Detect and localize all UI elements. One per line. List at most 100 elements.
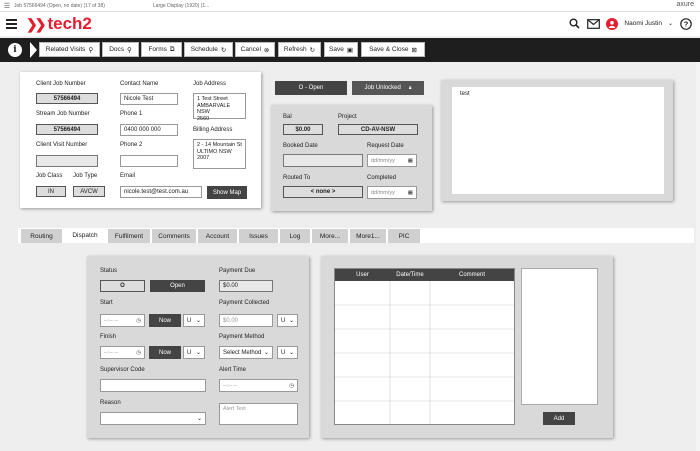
status-open-value[interactable]: Open bbox=[150, 280, 205, 292]
mail-icon[interactable] bbox=[587, 17, 601, 30]
show-map-button[interactable]: Show Map bbox=[207, 186, 247, 199]
docs-button[interactable]: Docs ⚲ bbox=[102, 42, 139, 57]
alert-time-input[interactable]: --:-- -- ◷ bbox=[219, 379, 298, 392]
header-actions: Naomi Justin ⌄ ? bbox=[568, 17, 692, 30]
phone2-label: Phone 2 bbox=[120, 142, 143, 148]
chevron-down-icon[interactable]: ⌄ bbox=[668, 20, 673, 27]
hamburger-icon[interactable]: ☰ bbox=[0, 2, 14, 10]
chevron-down-icon: ⌄ bbox=[288, 318, 294, 324]
request-date-placeholder: dd/mm/yy bbox=[371, 157, 395, 164]
clock-icon[interactable]: ◷ bbox=[136, 318, 141, 324]
tab-pic[interactable]: PIC bbox=[388, 229, 420, 243]
method-unit-value: U bbox=[281, 349, 286, 356]
axure-bar: ☰ Job 57566494 (Open, no date) (17 of 38… bbox=[0, 0, 700, 12]
start-unit-select[interactable]: U ⌄ bbox=[183, 314, 205, 327]
clock-icon[interactable]: ◷ bbox=[136, 350, 141, 356]
search-icon: ⚲ bbox=[88, 46, 94, 54]
payment-collected-label: Payment Collected bbox=[219, 300, 270, 306]
start-now-button[interactable]: Now bbox=[149, 314, 181, 327]
info-icon[interactable]: i bbox=[8, 43, 22, 57]
contact-name-input[interactable]: Nicole Test bbox=[120, 93, 178, 105]
tab-more1[interactable]: More1... bbox=[350, 229, 386, 243]
job-lock-button[interactable]: Job Unlocked 🔒︎ bbox=[352, 81, 424, 95]
search-icon[interactable] bbox=[568, 17, 581, 30]
payment-unit-select[interactable]: U ⌄ bbox=[277, 314, 298, 327]
billing-address-line: 2 - 14 Mountain St bbox=[197, 142, 242, 148]
tab-log[interactable]: Log bbox=[280, 229, 310, 243]
clock-icon[interactable]: ◷ bbox=[289, 383, 294, 389]
method-unit-select[interactable]: U ⌄ bbox=[277, 346, 298, 359]
client-visit-number-field[interactable] bbox=[36, 155, 98, 167]
calendar-icon[interactable]: ▦ bbox=[408, 190, 413, 196]
chevron-down-icon: ⌄ bbox=[196, 416, 202, 422]
save-close-button[interactable]: Save & Close ⊠ bbox=[361, 42, 425, 57]
billing-address-field[interactable]: 2 - 14 Mountain St ULTIMO NSW 2007 bbox=[193, 139, 246, 169]
tab-routing[interactable]: Routing bbox=[21, 229, 62, 243]
notes-card: test bbox=[441, 80, 673, 201]
booked-date-label: Booked Date bbox=[283, 143, 318, 149]
user-name[interactable]: Naomi Justin bbox=[624, 20, 662, 27]
payment-collected-input[interactable]: $0.00 bbox=[219, 314, 273, 327]
menu-icon[interactable] bbox=[6, 19, 17, 29]
stream-job-number-label: Stream Job Number bbox=[36, 111, 90, 117]
display-selector[interactable]: Large Display (1920) (1... bbox=[153, 3, 209, 9]
job-address-line: AMBARVALE NSW bbox=[197, 102, 231, 116]
tab-more[interactable]: More... bbox=[312, 229, 348, 243]
chevron-down-icon: ⌄ bbox=[288, 350, 294, 356]
alert-text-input[interactable]: Alert Text bbox=[219, 403, 298, 425]
help-icon[interactable]: ? bbox=[679, 17, 692, 30]
forms-label: Forms bbox=[148, 46, 167, 53]
reason-select[interactable]: ⌄ bbox=[100, 412, 206, 425]
related-visits-button[interactable]: Related Visits ⚲ bbox=[39, 42, 100, 57]
phone1-input[interactable]: 0400 000 000 bbox=[120, 124, 178, 136]
request-date-label: Request Date bbox=[367, 143, 404, 149]
save-label: Save bbox=[329, 46, 344, 53]
toolbar-arrow bbox=[30, 42, 37, 58]
column-comment: Comment bbox=[458, 272, 485, 278]
cancel-button[interactable]: Cancel ⊗ bbox=[235, 42, 275, 57]
tech2-logo[interactable]: ❯❯ tech2 bbox=[26, 15, 92, 33]
finish-unit-select[interactable]: U ⌄ bbox=[183, 346, 205, 359]
user-avatar-icon[interactable] bbox=[606, 17, 619, 30]
payment-method-value: Select Method bbox=[223, 349, 262, 356]
tab-comments[interactable]: Comments bbox=[152, 229, 196, 243]
refresh-button[interactable]: Refresh ↻ bbox=[278, 42, 321, 57]
visit-detail-box bbox=[521, 268, 598, 405]
refresh-icon: ↻ bbox=[309, 46, 316, 54]
page-scrollbar[interactable] bbox=[696, 62, 700, 451]
email-input[interactable]: nicole.test@test.com.au bbox=[120, 186, 202, 198]
status-open-button[interactable]: O - Open bbox=[275, 81, 347, 95]
page-count: (17 of 38) bbox=[83, 2, 105, 9]
alert-time-placeholder: --:-- -- bbox=[223, 382, 238, 389]
finish-time-input[interactable]: --:-- -- ◷ bbox=[100, 346, 145, 359]
tab-dispatch[interactable]: Dispatch bbox=[64, 228, 106, 243]
forms-button[interactable]: Forms ⧉ bbox=[141, 42, 182, 57]
add-button[interactable]: Add bbox=[543, 412, 575, 425]
tab-fulfilment[interactable]: Fulfilment bbox=[108, 229, 150, 243]
page-selector[interactable]: Job 57566494 (Open, no date) (17 of 38) bbox=[14, 3, 105, 9]
notes-textarea[interactable]: test bbox=[452, 87, 664, 194]
phone2-input[interactable] bbox=[120, 155, 178, 167]
start-time-input[interactable]: --:-- -- ◷ bbox=[100, 314, 145, 327]
job-class-label: Job Class bbox=[36, 173, 63, 179]
bal-label: Bal bbox=[283, 114, 292, 120]
tab-issues[interactable]: Issues bbox=[239, 229, 278, 243]
request-date-input[interactable]: dd/mm/yy ▦ bbox=[367, 154, 417, 167]
completed-date-input[interactable]: dd/mm/yy ▦ bbox=[367, 186, 417, 199]
tab-account[interactable]: Account bbox=[198, 229, 237, 243]
save-close-icon: ⊠ bbox=[411, 46, 417, 54]
payment-collected-placeholder: $0.00 bbox=[223, 317, 239, 324]
booked-date-field[interactable] bbox=[283, 154, 363, 167]
dispatch-card: Status O Open Start --:-- -- ◷ Now U ⌄ Fi… bbox=[87, 256, 309, 438]
calendar-icon[interactable]: ▦ bbox=[408, 158, 413, 164]
finish-now-button[interactable]: Now bbox=[149, 346, 181, 359]
supervisor-code-input[interactable] bbox=[100, 379, 206, 392]
routed-to-value[interactable]: < none > bbox=[283, 186, 363, 198]
start-unit-value: U bbox=[187, 317, 192, 324]
payment-method-select[interactable]: Select Method ⌄ bbox=[219, 346, 273, 359]
schedule-button[interactable]: Schedule ↻ bbox=[184, 42, 233, 57]
table-header: User Date/Time Comment bbox=[335, 269, 514, 281]
save-button[interactable]: Save ▣ bbox=[324, 42, 358, 57]
logo-text: tech2 bbox=[47, 14, 92, 33]
job-address-field[interactable]: 1 Test Street AMBARVALE NSW 2560 bbox=[193, 93, 246, 122]
